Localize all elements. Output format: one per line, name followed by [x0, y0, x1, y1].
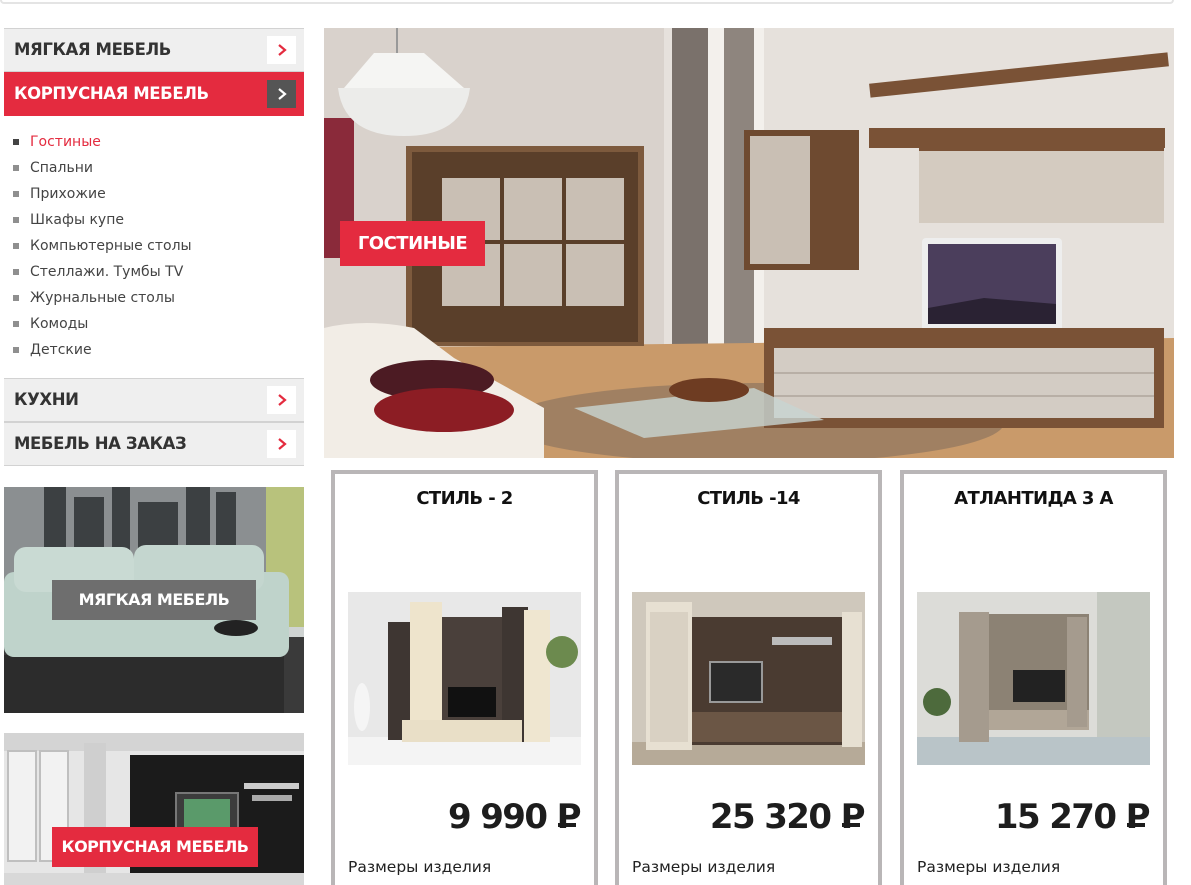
category-label: КУХНИ: [14, 390, 79, 409]
square-bullet-icon: [13, 165, 19, 171]
subcategory-item-wardrobes[interactable]: Шкафы купе: [4, 210, 304, 236]
category-label: МЯГКАЯ МЕБЕЛЬ: [14, 40, 171, 59]
subcategory-label: Шкафы купе: [30, 212, 124, 228]
promo-banner-cabinet-furniture[interactable]: КОРПУСНАЯ МЕБЕЛЬ: [4, 733, 304, 885]
promo-label: МЯГКАЯ МЕБЕЛЬ: [52, 580, 256, 620]
subcategory-item-coffee-tables[interactable]: Журнальные столы: [4, 288, 304, 314]
category-kitchens[interactable]: КУХНИ: [4, 378, 304, 422]
promo-banner-soft-furniture[interactable]: МЯГКАЯ МЕБЕЛЬ: [4, 487, 304, 713]
product-image[interactable]: [917, 592, 1150, 765]
subcategory-label: Прихожие: [30, 186, 106, 202]
square-bullet-icon: [13, 295, 19, 301]
category-label: КОРПУСНАЯ МЕБЕЛЬ: [14, 84, 209, 103]
square-bullet-icon: [13, 217, 19, 223]
square-bullet-icon: [13, 347, 19, 353]
subcategory-label: Стеллажи. Тумбы TV: [30, 264, 184, 280]
subcategory-item-kids[interactable]: Детские: [4, 340, 304, 366]
subcategory-item-dressers[interactable]: Комоды: [4, 314, 304, 340]
square-bullet-icon: [13, 191, 19, 197]
product-image[interactable]: [632, 592, 865, 765]
product-sizes-label[interactable]: Размеры изделия: [917, 858, 1060, 876]
chevron-right-icon[interactable]: [267, 36, 296, 64]
subcategory-label: Детские: [30, 342, 92, 358]
category-label: МЕБЕЛЬ НА ЗАКАЗ: [14, 434, 187, 453]
chevron-right-icon[interactable]: [267, 80, 296, 108]
chevron-right-icon[interactable]: [267, 386, 296, 414]
product-sizes-label[interactable]: Размеры изделия: [632, 858, 775, 876]
product-sizes-label[interactable]: Размеры изделия: [348, 858, 491, 876]
product-title[interactable]: АТЛАНТИДА 3 А: [904, 488, 1163, 509]
hero-label: ГОСТИНЫЕ: [340, 221, 485, 266]
hero-banner[interactable]: ГОСТИНЫЕ: [324, 28, 1174, 458]
product-card[interactable]: АТЛАНТИДА 3 А 15 270 Р Размеры изделия: [900, 470, 1167, 885]
product-price: 15 270 Р: [994, 797, 1151, 837]
product-card[interactable]: СТИЛЬ -14 25 320 Р Размеры изделия: [615, 470, 882, 885]
subcategory-label: Спальни: [30, 160, 93, 176]
product-image-stil-14: [632, 592, 865, 765]
currency-symbol: Р: [556, 797, 582, 837]
subcategory-list: Гостиные Спальни Прихожие Шкафы купе Ком…: [4, 132, 304, 366]
currency-symbol: Р: [1125, 797, 1151, 837]
subcategory-label: Гостиные: [30, 134, 101, 150]
subcategory-label: Компьютерные столы: [30, 238, 192, 254]
subcategory-item-computer-desks[interactable]: Компьютерные столы: [4, 236, 304, 262]
category-custom-furniture[interactable]: МЕБЕЛЬ НА ЗАКАЗ: [4, 422, 304, 466]
currency-symbol: Р: [840, 797, 866, 837]
product-card[interactable]: СТИЛЬ - 2 9 990 Р Размеры изделия: [331, 470, 598, 885]
product-image-stil-2: [348, 592, 581, 765]
product-title[interactable]: СТИЛЬ - 2: [335, 488, 594, 509]
product-price: 25 320 Р: [709, 797, 866, 837]
product-title[interactable]: СТИЛЬ -14: [619, 488, 878, 509]
square-bullet-icon: [13, 139, 19, 145]
square-bullet-icon: [13, 243, 19, 249]
top-border: [0, 0, 1174, 4]
price-value: 15 270: [994, 797, 1117, 837]
subcategory-label: Журнальные столы: [30, 290, 175, 306]
square-bullet-icon: [13, 269, 19, 275]
price-value: 9 990: [447, 797, 548, 837]
category-soft-furniture[interactable]: МЯГКАЯ МЕБЕЛЬ: [4, 28, 304, 72]
product-image-atlantida-3a: [917, 592, 1150, 765]
subcategory-item-hallways[interactable]: Прихожие: [4, 184, 304, 210]
subcategory-item-bedrooms[interactable]: Спальни: [4, 158, 304, 184]
product-image[interactable]: [348, 592, 581, 765]
square-bullet-icon: [13, 321, 19, 327]
product-price: 9 990 Р: [447, 797, 582, 837]
subcategory-item-shelves-tv-stands[interactable]: Стеллажи. Тумбы TV: [4, 262, 304, 288]
promo-label: КОРПУСНАЯ МЕБЕЛЬ: [52, 827, 258, 867]
category-cabinet-furniture[interactable]: КОРПУСНАЯ МЕБЕЛЬ: [4, 72, 304, 116]
price-value: 25 320: [709, 797, 832, 837]
chevron-right-icon[interactable]: [267, 430, 296, 458]
subcategory-label: Комоды: [30, 316, 89, 332]
subcategory-item-living-rooms[interactable]: Гостиные: [4, 132, 304, 158]
